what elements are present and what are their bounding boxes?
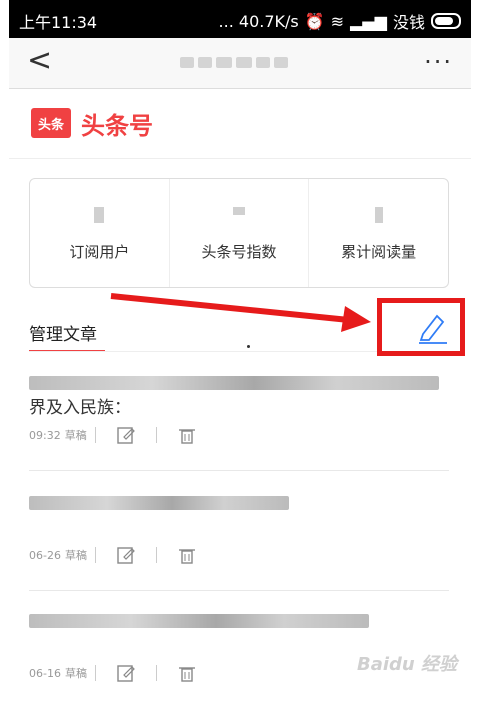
more-button[interactable]: ··· (424, 48, 453, 76)
network-speed: ... 40.7K/s (218, 11, 299, 31)
annotation-arrow (110, 293, 371, 332)
brand-header: 头条 头条号 (9, 88, 471, 159)
back-button[interactable]: < (27, 46, 52, 76)
article-status: 草稿 (64, 667, 87, 680)
stats-panel: 订阅用户 头条号指数 累计阅读量 (29, 178, 449, 288)
nav-bar: < ··· (9, 38, 471, 89)
article-title-blurred (29, 496, 289, 510)
toutiao-logo-icon: 头条 (31, 108, 71, 138)
divider (94, 547, 96, 563)
trash-icon[interactable] (177, 545, 197, 565)
stat-subscribers[interactable]: 订阅用户 (30, 179, 169, 287)
divider (155, 665, 157, 681)
nav-title-blurred (159, 52, 309, 72)
list-item[interactable]: 界及入民族： 09:32 草稿 (29, 370, 449, 450)
article-title (29, 516, 449, 540)
trash-icon[interactable] (177, 425, 197, 445)
alarm-icon: ⏰ (304, 11, 325, 31)
stat-value-blurred (374, 207, 383, 223)
list-item[interactable]: 06-26 草稿 (29, 490, 449, 570)
stat-label: 头条号指数 (201, 243, 277, 261)
stat-label: 订阅用户 (69, 243, 130, 261)
brand-name: 头条号 (81, 112, 153, 140)
divider (94, 665, 96, 681)
list-item[interactable]: 06-16 草稿 (29, 608, 449, 688)
battery-icon (431, 13, 461, 29)
stat-value-blurred (233, 207, 245, 215)
cursor-dot (247, 345, 250, 348)
article-status: 草稿 (64, 549, 87, 562)
trash-icon[interactable] (177, 663, 197, 683)
edit-icon[interactable] (116, 663, 136, 683)
article-meta: 09:32 草稿 (29, 420, 449, 450)
stat-label: 累计阅读量 (341, 243, 417, 261)
article-date: 09:32 (29, 428, 61, 442)
compose-pen-icon[interactable] (415, 310, 449, 344)
watermark: Baidu 经验 (356, 654, 457, 675)
signal-icon: ▂▄▆ (350, 11, 387, 31)
carrier-text: 没钱 (392, 13, 425, 32)
edit-icon[interactable] (116, 425, 136, 445)
article-status: 草稿 (64, 429, 87, 442)
article-date: 06-26 (29, 548, 61, 562)
divider (29, 470, 449, 471)
article-date: 06-16 (29, 666, 61, 680)
wifi-icon: ≋ (330, 11, 345, 31)
stat-index[interactable]: 头条号指数 (168, 179, 309, 287)
divider (155, 547, 157, 563)
phone-screen: 上午11:34 ... 40.7K/s ⏰ ≋ ▂▄▆ 没钱 < ··· 头条 … (9, 0, 471, 701)
article-title-blurred (29, 614, 369, 628)
stat-reads[interactable]: 累计阅读量 (308, 179, 448, 287)
edit-icon[interactable] (116, 545, 136, 565)
article-meta: 06-26 草稿 (29, 540, 449, 570)
stat-value-blurred (94, 207, 105, 223)
article-title: 界及入民族： (29, 398, 131, 418)
article-title-blurred (29, 376, 439, 390)
status-bar: 上午11:34 ... 40.7K/s ⏰ ≋ ▂▄▆ 没钱 (9, 0, 471, 38)
status-time: 上午11:34 (19, 13, 98, 32)
status-right: ... 40.7K/s ⏰ ≋ ▂▄▆ 没钱 (219, 9, 461, 33)
manage-articles-title[interactable]: 管理文章 (29, 320, 97, 345)
divider (155, 427, 157, 443)
divider (94, 427, 96, 443)
divider (29, 590, 449, 591)
